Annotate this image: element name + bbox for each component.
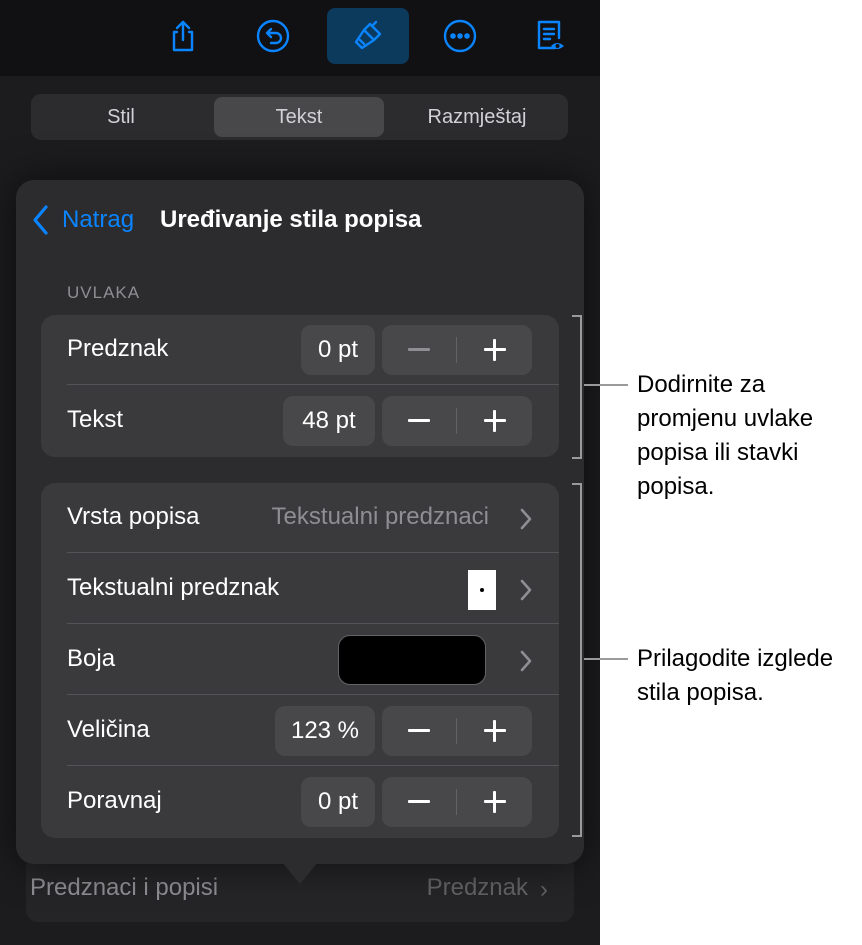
bullets-and-lists-label: Predznaci i popisi <box>30 874 219 901</box>
tab-arrange[interactable]: Razmještaj <box>392 97 562 137</box>
style-leader-line <box>584 658 628 660</box>
share-button[interactable] <box>142 8 224 64</box>
toolbar <box>0 0 600 76</box>
bullet-dot-icon <box>480 588 484 592</box>
list-type-value: Tekstualni predznaci <box>271 503 489 530</box>
chevron-right-icon: › <box>540 876 548 903</box>
bullet-preview <box>468 570 496 610</box>
popover-arrow <box>282 862 318 884</box>
share-icon <box>172 20 194 52</box>
increase-button[interactable] <box>458 706 532 756</box>
style-bracket <box>572 483 582 837</box>
minus-icon <box>408 419 430 422</box>
bullet-indent-label: Predznak <box>67 335 169 362</box>
row-separator <box>67 765 559 766</box>
format-panel: Stil Tekst Razmještaj Predznaci i popisi… <box>0 0 600 945</box>
format-button[interactable] <box>327 8 409 64</box>
stepper-divider <box>456 408 457 434</box>
style-callout: Prilagodite izglede stila popisa. <box>637 645 834 706</box>
text-bullet-label: Tekstualni predznak <box>67 574 280 601</box>
tab-text[interactable]: Tekst <box>214 97 384 137</box>
bullet-indent-row: Predznak 0 pt <box>41 315 559 385</box>
increase-button[interactable] <box>458 325 532 375</box>
size-label: Veličina <box>67 716 150 743</box>
stepper-divider <box>456 718 457 744</box>
align-row: Poravnaj 0 pt <box>41 767 559 837</box>
chevron-right-icon <box>520 650 532 672</box>
text-indent-value[interactable]: 48 pt <box>283 396 375 446</box>
chevron-left-icon <box>33 205 48 235</box>
decrease-button[interactable] <box>382 706 456 756</box>
chevron-right-icon <box>520 579 532 601</box>
minus-icon <box>408 348 430 351</box>
more-icon <box>443 19 477 53</box>
size-stepper <box>382 706 532 756</box>
bullets-and-lists-value: Predznak <box>426 874 528 901</box>
color-swatch[interactable] <box>338 635 486 685</box>
align-stepper <box>382 777 532 827</box>
stepper-divider <box>456 789 457 815</box>
minus-icon <box>408 729 430 732</box>
row-separator <box>67 384 559 385</box>
popover-title: Uređivanje stila popisa <box>160 206 422 233</box>
reading-view-icon <box>537 20 564 50</box>
decrease-button[interactable] <box>382 396 456 446</box>
more-button[interactable] <box>419 8 501 64</box>
row-separator <box>67 694 559 695</box>
tab-style[interactable]: Stil <box>36 97 206 137</box>
color-label: Boja <box>67 645 116 672</box>
decrease-button[interactable] <box>382 777 456 827</box>
minus-icon <box>408 800 430 803</box>
increase-button[interactable] <box>458 777 532 827</box>
row-separator <box>67 623 559 624</box>
text-indent-row: Tekst 48 pt <box>41 386 559 456</box>
stepper-divider <box>456 337 457 363</box>
color-row[interactable]: Boja <box>41 625 559 695</box>
back-label: Natrag <box>62 206 135 233</box>
row-separator <box>67 552 559 553</box>
size-value[interactable]: 123 % <box>275 706 375 756</box>
indent-callout: Dodirnite za promjenu uvlake popisa ili … <box>637 371 814 500</box>
align-value[interactable]: 0 pt <box>301 777 375 827</box>
bullet-indent-stepper <box>382 325 532 375</box>
increase-button[interactable] <box>458 396 532 446</box>
indent-section-label: UVLAKA <box>67 283 141 302</box>
decrease-button[interactable] <box>382 325 456 375</box>
edit-list-style-popover: Natrag Uređivanje stila popisa UVLAKA Pr… <box>16 180 584 864</box>
undo-icon <box>256 19 290 53</box>
reading-view-button[interactable] <box>508 8 590 64</box>
chevron-right-icon <box>520 508 532 530</box>
list-style-group: Vrsta popisa Tekstualni predznaci Tekstu… <box>41 483 559 838</box>
list-type-row[interactable]: Vrsta popisa Tekstualni predznaci <box>41 483 559 553</box>
text-indent-label: Tekst <box>67 406 124 433</box>
bullet-indent-value[interactable]: 0 pt <box>301 325 375 375</box>
indent-bracket <box>572 315 582 459</box>
size-row: Veličina 123 % <box>41 696 559 766</box>
text-bullet-row[interactable]: Tekstualni predznak <box>41 554 559 624</box>
text-indent-stepper <box>382 396 532 446</box>
format-brush-icon <box>354 20 382 50</box>
undo-button[interactable] <box>232 8 314 64</box>
align-label: Poravnaj <box>67 787 162 814</box>
back-button[interactable]: Natrag <box>30 204 134 236</box>
format-tabs: Stil Tekst Razmještaj <box>31 94 568 140</box>
list-type-label: Vrsta popisa <box>67 503 200 530</box>
indent-group: Predznak 0 pt Tekst 48 pt <box>41 315 559 457</box>
indent-leader-line <box>584 384 628 386</box>
